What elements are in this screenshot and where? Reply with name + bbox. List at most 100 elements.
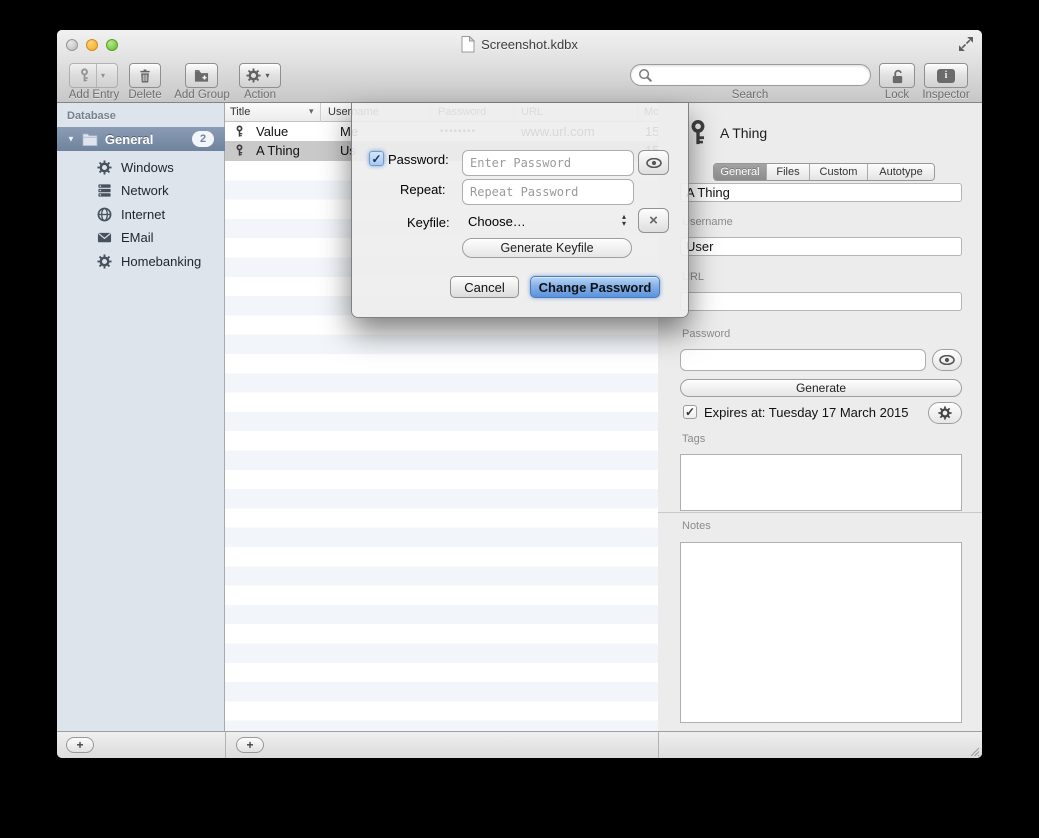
title-field[interactable] (680, 183, 962, 202)
key-icon (234, 143, 245, 158)
reveal-password-button[interactable] (932, 349, 962, 371)
footer-divider (225, 732, 226, 758)
notes-textarea[interactable] (680, 542, 962, 723)
stepper-down-icon: ▾ (622, 220, 626, 227)
sidebar-group-general[interactable]: ▼ General 2 (57, 127, 225, 151)
username-label: Username (682, 216, 733, 228)
column-divider (320, 103, 321, 122)
cell-title: A Thing (256, 143, 300, 158)
folder-plus-icon (194, 68, 209, 83)
sidebar-item-label: Network (121, 183, 169, 198)
expires-label: Expires at: Tuesday 17 March 2015 (704, 405, 909, 420)
gear-icon (97, 254, 112, 269)
chevron-down-icon: ▾ (97, 71, 109, 80)
gear-icon (938, 406, 952, 420)
password-input[interactable] (462, 150, 634, 176)
tags-label: Tags (682, 433, 705, 445)
password-label: Password (682, 328, 730, 340)
action-label: Action (230, 89, 290, 101)
reveal-password-button[interactable] (638, 150, 669, 175)
window-header: Screenshot.kdbx ▾ Add Entry Delete Add G… (57, 30, 982, 103)
inspector-tabs: General Files Custom Autotype (713, 163, 935, 181)
clear-keyfile-button[interactable]: × (638, 208, 669, 233)
chevron-down-icon: ▾ (261, 71, 273, 80)
tab-files[interactable]: Files (767, 164, 810, 180)
generate-keyfile-button[interactable]: Generate Keyfile (462, 238, 632, 258)
footer-divider (658, 732, 659, 758)
footer-bar: + + (57, 731, 982, 758)
cell-title: Value (256, 124, 288, 139)
lock-button[interactable] (879, 63, 915, 88)
generate-password-button[interactable]: Generate (680, 379, 962, 397)
tags-textarea[interactable] (680, 454, 962, 511)
add-entry-footer-button[interactable]: + (236, 737, 264, 753)
sidebar-item-internet[interactable]: Internet (57, 202, 225, 226)
sidebar-group-label: General (105, 132, 153, 147)
sidebar-item-homebanking[interactable]: Homebanking (57, 249, 225, 273)
tab-general[interactable]: General (714, 164, 767, 180)
change-password-sheet: ✓ Password: Repeat: Keyfile: Choose… ▴ ▾… (351, 103, 689, 318)
expires-checkbox[interactable]: ✓ (683, 405, 697, 419)
sidebar-item-label: EMail (121, 230, 154, 245)
action-button[interactable]: ▾ (239, 63, 281, 88)
url-field[interactable] (680, 292, 962, 311)
repeat-input[interactable] (462, 179, 634, 205)
search-field[interactable] (630, 64, 871, 86)
sidebar-item-windows[interactable]: Windows (57, 155, 225, 179)
lock-open-icon (890, 68, 905, 84)
window-title: Screenshot.kdbx (481, 37, 578, 52)
add-group-button[interactable] (185, 63, 218, 88)
keyfile-stepper[interactable]: ▴ ▾ (622, 213, 626, 227)
sidebar: Database ▼ General 2 Windows Network (57, 103, 225, 731)
add-entry-button[interactable]: ▾ (69, 63, 118, 88)
password-enabled-checkbox[interactable]: ✓ (369, 151, 384, 166)
notes-label: Notes (682, 520, 711, 532)
search-icon (638, 68, 653, 83)
sidebar-item-email[interactable]: EMail (57, 226, 225, 250)
keyfile-label: Keyfile: (407, 215, 450, 230)
column-header-title[interactable]: Title (230, 106, 250, 118)
close-icon: × (649, 212, 658, 229)
trash-icon (138, 68, 152, 84)
expires-settings-button[interactable] (928, 402, 962, 424)
key-icon (78, 67, 91, 84)
titlebar: Screenshot.kdbx (57, 30, 982, 58)
sidebar-item-label: Windows (121, 160, 174, 175)
sidebar-item-network[interactable]: Network (57, 179, 225, 203)
username-field[interactable] (680, 237, 962, 256)
envelope-icon (97, 230, 112, 245)
password-field[interactable] (680, 349, 926, 371)
change-password-button[interactable]: Change Password (530, 276, 660, 298)
check-icon: ✓ (685, 405, 695, 419)
folder-icon (82, 132, 98, 147)
inspector-label: Inspector (913, 89, 979, 101)
tab-autotype[interactable]: Autotype (868, 164, 934, 180)
search-label: Search (690, 89, 810, 101)
sort-indicator-icon[interactable]: ▾ (309, 106, 314, 117)
key-icon (686, 112, 710, 154)
tab-custom[interactable]: Custom (810, 164, 868, 180)
inspector-button[interactable]: i (924, 63, 968, 88)
disclosure-triangle-icon[interactable]: ▼ (67, 135, 75, 144)
add-group-label: Add Group (165, 89, 239, 101)
repeat-label: Repeat: (400, 182, 446, 197)
fullscreen-icon[interactable] (958, 36, 974, 52)
search-input[interactable] (657, 67, 857, 83)
server-icon (97, 183, 112, 198)
screen: Screenshot.kdbx ▾ Add Entry Delete Add G… (0, 0, 1039, 838)
sidebar-section-header: Database (67, 110, 116, 122)
cancel-button[interactable]: Cancel (450, 276, 519, 298)
inspector-entry-title: A Thing (720, 125, 767, 141)
key-icon (234, 124, 245, 139)
eye-icon (939, 355, 955, 365)
inspector-panel: A Thing General Files Custom Autotype Us… (658, 103, 982, 731)
resize-grip-icon[interactable] (969, 746, 980, 757)
keyfile-popup[interactable]: Choose… (468, 214, 526, 229)
sidebar-item-label: Homebanking (121, 254, 201, 269)
password-label: Password: (388, 152, 449, 167)
add-group-footer-button[interactable]: + (66, 737, 94, 753)
check-icon: ✓ (371, 152, 381, 166)
gear-icon (246, 68, 261, 83)
delete-button[interactable] (129, 63, 161, 88)
eye-icon (646, 158, 662, 168)
